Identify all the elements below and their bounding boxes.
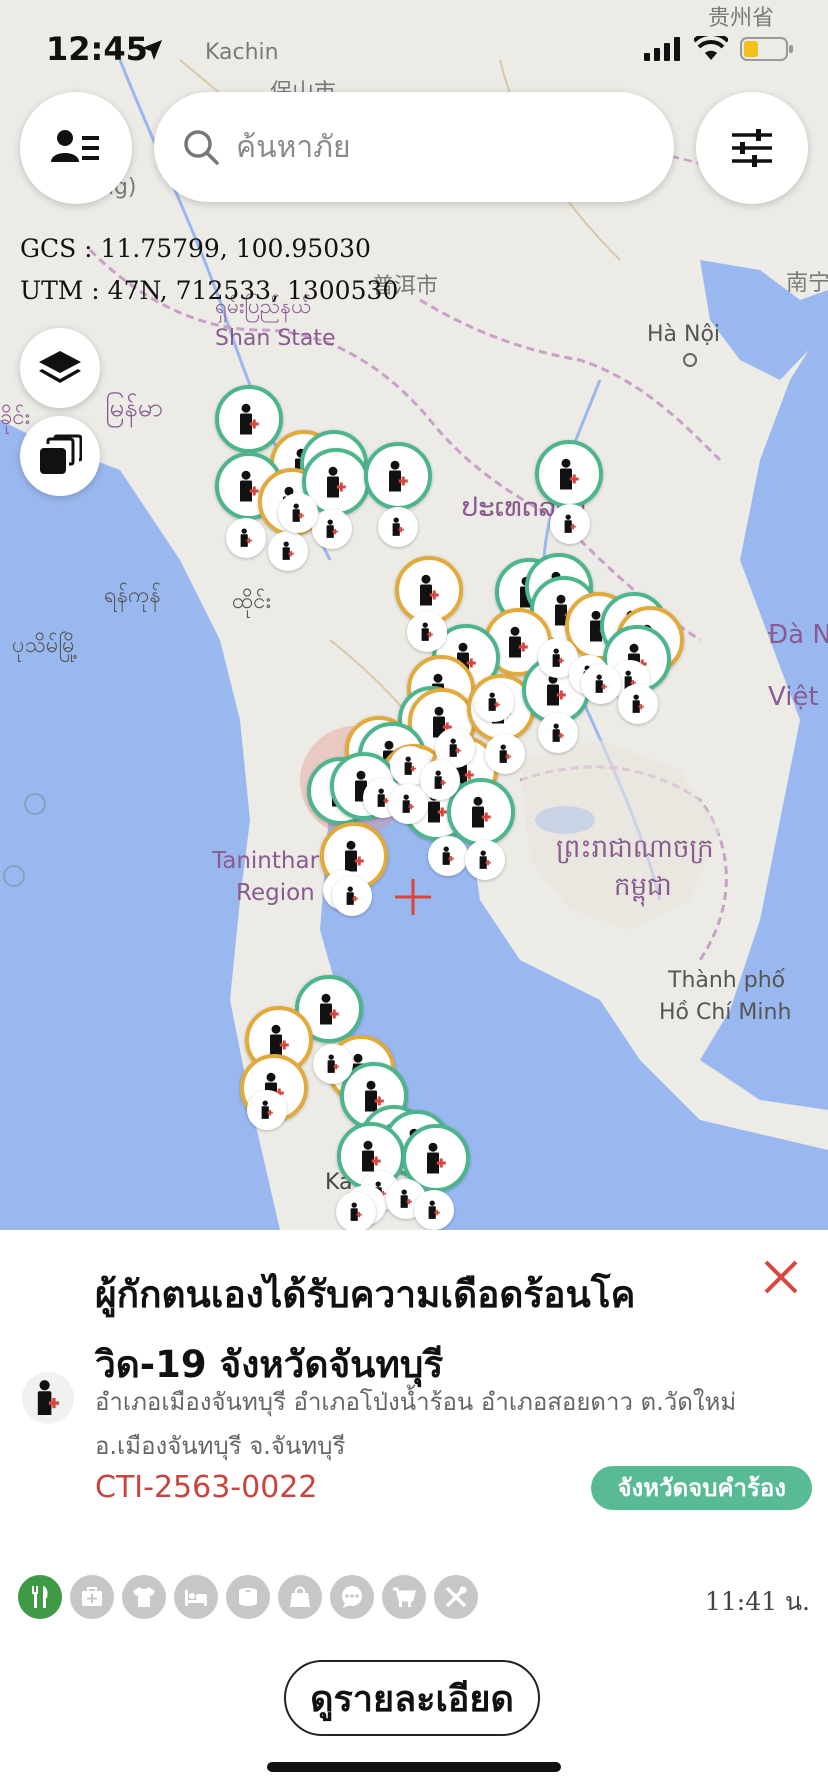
incident-time: 11:41 น. [704, 1587, 810, 1616]
incident-address-line-2: อ.เมืองจันทบุรี จ.จันทบุรี [95, 1432, 346, 1460]
incident-marker-small[interactable] [407, 612, 447, 652]
incident-marker-small[interactable] [268, 531, 308, 571]
incident-marker[interactable] [364, 442, 432, 510]
user-list-icon [51, 130, 99, 162]
bag-icon [278, 1575, 322, 1619]
search-bar[interactable] [154, 92, 674, 202]
incident-type-avatar [22, 1372, 74, 1424]
incident-marker[interactable] [535, 440, 603, 508]
map-label-left: ခိုင်း [0, 405, 31, 430]
map-label-yangon: ရန်ကုန် [104, 583, 161, 608]
wifi-icon [694, 36, 728, 60]
sliders-icon [732, 129, 772, 167]
incident-detail-panel: ผู้กักตนเองได้รับความเดือดร้อนโค วิด-19 … [0, 1230, 828, 1792]
map-label-vietnam: Việt [768, 682, 819, 712]
map-layers-button[interactable] [20, 328, 100, 408]
cart-icon [382, 1575, 426, 1619]
coordinates-readout: GCS : 11.75799, 100.95030 UTM : 47N, 712… [20, 228, 398, 312]
patient-icon [37, 1380, 60, 1415]
incident-marker-small[interactable] [313, 1044, 353, 1084]
tools-icon [434, 1575, 478, 1619]
search-input[interactable] [234, 128, 638, 166]
incident-marker-small[interactable] [312, 509, 352, 549]
incident-address: อำเภอเมืองจันทบุรี อำเภอโป่งน้ำร้อน อำเภ… [95, 1380, 795, 1468]
map-label-shan: Shan State [215, 326, 336, 351]
needs-icon-row [18, 1575, 478, 1619]
incident-marker-small[interactable] [226, 518, 266, 558]
incident-marker-small[interactable] [581, 664, 621, 704]
bed-icon [174, 1575, 218, 1619]
crosshair-icon [395, 879, 431, 915]
shirt-icon [122, 1575, 166, 1619]
incident-marker-small[interactable] [474, 682, 514, 722]
map-label-region: Region [236, 880, 315, 906]
incident-marker-small[interactable] [618, 684, 658, 724]
overlay-toggle-button[interactable] [20, 416, 100, 496]
map-label-cambodia-2: កម្ពុជា [614, 872, 672, 902]
map-label-hcm-1: Thành phố [668, 968, 786, 993]
battery-icon [740, 37, 793, 61]
user-list-button[interactable] [20, 92, 132, 204]
map-label-myanmar: မြန်မာ [105, 393, 164, 423]
incident-marker-small[interactable] [332, 876, 372, 916]
incident-marker-small[interactable] [336, 1192, 376, 1230]
map-label-hanoi: Hà Nội [647, 322, 721, 347]
incident-marker-small[interactable] [278, 493, 318, 533]
home-indicator [267, 1762, 561, 1772]
map-label-cambodia-1: ព្រះរាជាណាចក្រ [556, 834, 714, 864]
map-label-nanning: 南宁 [786, 271, 828, 296]
status-time: 12:45 [46, 30, 148, 68]
incident-marker-small[interactable] [388, 784, 428, 824]
toilet-paper-icon [226, 1575, 270, 1619]
map-label-danang: Đà N [768, 620, 828, 650]
incident-marker-small[interactable] [465, 840, 505, 880]
fork-knife-icon [18, 1575, 62, 1619]
incident-marker-small[interactable] [247, 1090, 287, 1130]
incident-marker-small[interactable] [420, 760, 460, 800]
stacked-cards-icon [40, 434, 82, 474]
incident-title-line-1: ผู้กักตนเองได้รับความเดือดร้อนโค [95, 1273, 636, 1316]
map-label-hcm-2: Hồ Chí Minh [659, 1000, 792, 1025]
incident-marker-small[interactable] [538, 713, 578, 753]
incident-marker-small[interactable] [378, 507, 418, 547]
view-details-button[interactable]: ดูรายละเอียด [284, 1660, 540, 1736]
incident-title: ผู้กักตนเองได้รับความเดือดร้อนโค วิด-19 … [95, 1260, 655, 1400]
medical-kit-icon [70, 1575, 114, 1619]
incident-marker-small[interactable] [428, 836, 468, 876]
utm-coordinates: UTM : 47N, 712533, 1300530 [20, 276, 399, 305]
status-badge: จังหวัดจบคำร้อง [591, 1466, 812, 1510]
status-bar: 12:45 [0, 0, 828, 100]
incident-marker-small[interactable] [485, 734, 525, 774]
incident-marker[interactable] [215, 385, 283, 453]
map-label-taninthar: Taninthar [212, 848, 320, 874]
location-arrow-icon [142, 40, 162, 60]
layers-icon [39, 351, 81, 383]
map-label-bago: ပုသိမ်မြို့ [12, 633, 79, 658]
incident-code: CTI-2563-0022 [95, 1470, 318, 1505]
search-icon [184, 130, 219, 165]
filter-button[interactable] [696, 92, 808, 204]
gcs-coordinates: GCS : 11.75799, 100.95030 [20, 234, 371, 263]
chat-icon [330, 1575, 374, 1619]
incident-address-line-1: อำเภอเมืองจันทบุรี อำเภอโป่งน้ำร้อน อำเภ… [95, 1388, 737, 1416]
incident-marker-small[interactable] [550, 504, 590, 544]
incident-marker-small[interactable] [414, 1190, 454, 1230]
signal-icon [644, 37, 680, 61]
map-label-thai: ထိုင်း [232, 589, 272, 614]
close-icon[interactable] [756, 1252, 806, 1302]
